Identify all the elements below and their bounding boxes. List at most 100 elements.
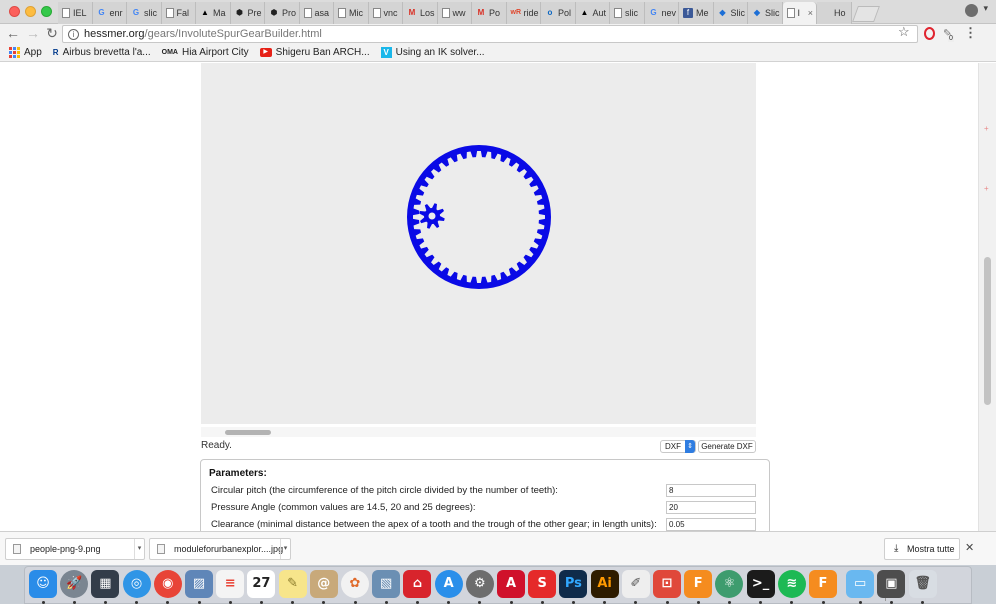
browser-tab[interactable]: Gnev (644, 2, 679, 24)
dock-photoshop-icon[interactable]: Ps (559, 570, 588, 598)
bookmark-label: Using an IK solver... (395, 47, 485, 58)
dock-safari-icon[interactable]: ◎ (122, 570, 151, 598)
dock-preview-icon[interactable]: ▨ (185, 570, 213, 598)
bookmark-item[interactable]: V Using an IK solver... (380, 47, 485, 58)
browser-tab[interactable]: wR ride (506, 2, 541, 24)
dock-finder-icon[interactable]: ☺ (29, 570, 57, 598)
browser-tab[interactable]: M Los (403, 2, 438, 24)
profile-icon[interactable] (965, 4, 978, 17)
browser-tab[interactable]: Mic (334, 2, 369, 24)
dock-spotify-icon[interactable]: ≋ (777, 570, 806, 598)
browser-tab[interactable]: slic (610, 2, 645, 24)
tab-menu-icon[interactable]: ▾ (983, 3, 988, 14)
browser-tab[interactable]: ⬢ Pre (230, 2, 265, 24)
address-bar[interactable]: i hessmer.org/gears/InvoluteSpurGearBuil… (62, 25, 918, 43)
gear-canvas[interactable] (201, 63, 756, 424)
dock-atom-icon[interactable]: ⚛ (715, 570, 744, 598)
clearance-input[interactable]: 0.05 (666, 518, 756, 531)
browser-tab[interactable]: I × (782, 2, 817, 24)
dock-autodesk-icon[interactable]: ⌂ (403, 570, 432, 598)
back-button[interactable]: ← (5, 25, 21, 42)
dock-terminal-icon[interactable]: >_ (746, 570, 775, 598)
browser-tab[interactable]: IEL (58, 2, 93, 24)
bookmark-item[interactable]: App (9, 47, 42, 58)
browser-tab[interactable]: Genr (92, 2, 127, 24)
dock-fusion360-icon[interactable]: F (684, 570, 713, 598)
dock-launchpad-icon[interactable]: 🚀 (60, 570, 89, 598)
close-icon[interactable]: ✕ (965, 541, 974, 554)
show-all-downloads-button[interactable]: ⤓ Mostra tutte (884, 538, 960, 560)
b-favicon-icon: ▲ (580, 8, 589, 17)
new-tab-button[interactable] (851, 6, 880, 22)
tab-label: Po (489, 8, 501, 18)
forward-button[interactable]: → (25, 25, 41, 42)
browser-tab[interactable]: vnc (368, 2, 403, 24)
canvas-horizontal-scrollbar[interactable] (201, 427, 756, 437)
opera-extension-icon[interactable] (924, 27, 935, 40)
browser-tab[interactable]: M Po (472, 2, 507, 24)
parameters-panel: Parameters: Circular pitch (the circumfe… (200, 459, 770, 531)
tab-strip: IEL Genr Gslic Fal ▲ Ma ⬢ Pre ⬢ Pro asa Mic vnc M Los w… (0, 0, 996, 24)
chevron-down-icon[interactable]: ▾ (134, 539, 144, 559)
yt-bookmark-icon: ▶ (259, 48, 272, 57)
format-select[interactable]: DXF ⇕ (660, 440, 696, 453)
browser-tab[interactable]: ⬢ Pro (265, 2, 300, 24)
dock-screenshot-icon[interactable]: ▣ (877, 570, 906, 598)
dock-app-store-icon[interactable]: A (434, 570, 463, 598)
browser-tab[interactable]: ww (437, 2, 472, 24)
dock-illustrator-icon[interactable]: Ai (590, 570, 619, 598)
canvas-scroll-thumb[interactable] (225, 430, 271, 435)
bookmark-star-icon[interactable]: ☆ (898, 24, 910, 40)
dock-photos-icon[interactable]: ✿ (341, 570, 369, 598)
download-icon: ⤓ (894, 543, 899, 554)
bookmark-item[interactable]: R Airbus brevetta l'a... (53, 47, 151, 58)
browser-tab[interactable]: asa (299, 2, 334, 24)
download-item[interactable]: moduleforurbanexplor....jpg ▾ (149, 538, 291, 560)
browser-tab[interactable]: ◆ Slic (748, 2, 783, 24)
dock-contacts-icon[interactable]: @ (309, 570, 338, 598)
dock-reminders-icon[interactable]: ≡ (216, 570, 245, 598)
browser-tab[interactable]: o Pol (541, 2, 576, 24)
minimize-window-button[interactable] (25, 6, 36, 17)
page-scroll-thumb[interactable] (984, 257, 991, 405)
m-favicon-icon: M (477, 8, 485, 17)
tab-label: Aut (592, 8, 607, 18)
reload-button[interactable]: ↻ (44, 25, 60, 42)
dock-fusion360-2-icon[interactable]: F (809, 570, 837, 598)
dock-chrome-icon[interactable]: ◉ (153, 570, 182, 598)
browser-tab[interactable]: ▲ Ma (196, 2, 231, 24)
dock-textedit-icon[interactable]: ✐ (621, 570, 650, 598)
tab-close-icon[interactable]: × (808, 8, 813, 18)
page-vertical-scrollbar[interactable] (978, 63, 996, 531)
tab-label: Los (420, 8, 435, 18)
dock-autocad-icon[interactable]: A (497, 570, 525, 598)
browser-tab[interactable]: Ho (817, 2, 852, 24)
browser-tab[interactable]: ▲ Aut (575, 2, 610, 24)
close-window-button[interactable] (9, 6, 20, 17)
dock-dashboard-icon[interactable]: ▦ (91, 570, 120, 598)
rb-bookmark-icon: R (52, 48, 59, 57)
browser-tab[interactable]: ◆ Slic (713, 2, 748, 24)
download-item[interactable]: people-png-9.png ▾ (5, 538, 145, 560)
fullscreen-window-button[interactable] (41, 6, 52, 17)
pressure-angle-input[interactable]: 20 (666, 501, 756, 514)
tab-label: slic (625, 8, 638, 18)
browser-tab[interactable]: Fal (161, 2, 196, 24)
browser-menu-icon[interactable]: ⋮ (964, 25, 977, 41)
generate-dxf-button[interactable]: Generate DXF (698, 440, 756, 453)
dock-notes-icon[interactable]: ✎ (278, 570, 307, 598)
browser-tab[interactable]: Gslic (127, 2, 162, 24)
bookmark-item[interactable]: ▶ Shigeru Ban ARCH... (259, 47, 370, 58)
dock-speakerdeck-icon[interactable]: ⊡ (653, 570, 681, 598)
bookmark-item[interactable]: OMA Hia Airport City (162, 47, 249, 58)
dock-system-prefs-icon[interactable]: ⚙ (465, 570, 494, 598)
circular-pitch-input[interactable]: 8 (666, 484, 756, 497)
dock-downloads-folder-icon[interactable]: ▭ (846, 570, 875, 598)
info-icon[interactable]: i (68, 29, 79, 40)
dock-calendar-icon[interactable]: 27 (247, 570, 276, 598)
browser-tab[interactable]: f Me (679, 2, 714, 24)
dock-sketchup-icon[interactable]: S (528, 570, 557, 598)
chevron-down-icon[interactable]: ▾ (280, 539, 290, 559)
dock-trash-icon[interactable]: 🗑 (908, 570, 937, 598)
dock-preview2-icon[interactable]: ▧ (372, 570, 401, 598)
